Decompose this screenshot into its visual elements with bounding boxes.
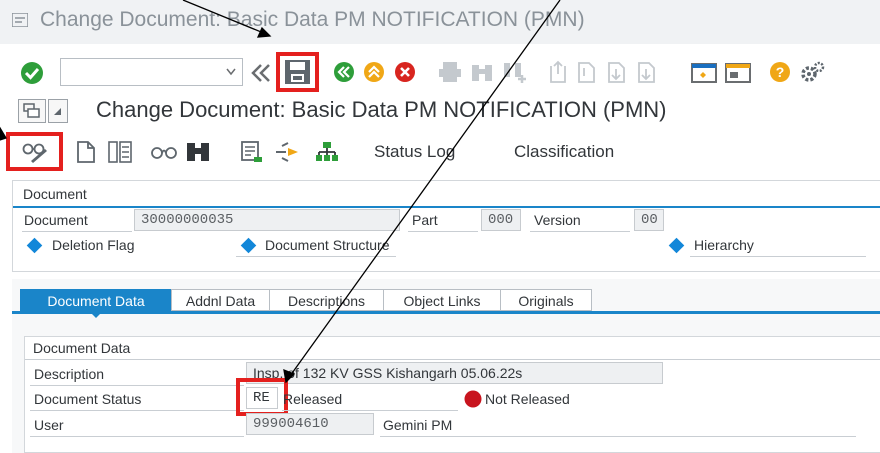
document-hierarchy-icon[interactable] <box>108 141 132 163</box>
standard-toolbar: ? <box>0 48 880 94</box>
description-label: Description <box>34 366 105 382</box>
display-glasses-icon[interactable] <box>151 144 177 160</box>
corner-arrow-icon <box>54 108 61 115</box>
version-label: Version <box>534 212 581 228</box>
layout-window-icon[interactable] <box>724 60 752 84</box>
save-icon[interactable] <box>284 59 311 85</box>
label-underline <box>30 385 244 386</box>
label-underline <box>408 231 478 232</box>
find-icon <box>472 65 492 81</box>
user-id-field[interactable]: 999004610 <box>246 413 374 435</box>
part-label: Part <box>412 212 438 228</box>
status-log-button[interactable]: Status Log <box>374 142 455 162</box>
menu-icon[interactable] <box>12 13 28 27</box>
binoculars-icon[interactable] <box>186 141 210 163</box>
menu-icon <box>23 103 40 118</box>
label-underline <box>30 436 244 437</box>
menu-dropdown-button[interactable] <box>48 99 68 123</box>
cancel-icon[interactable] <box>394 61 416 83</box>
tab-strip-underline <box>12 311 880 314</box>
chevron-down-icon[interactable] <box>226 68 236 76</box>
status-red-dot-icon <box>464 390 482 408</box>
document-status-text: Released <box>283 391 343 407</box>
tab-addnl-data[interactable]: Addnl Data <box>171 289 270 311</box>
description-field[interactable]: Insp. of 132 KV GSS Kishangarh 05.06.22s <box>246 362 663 384</box>
label-underline <box>30 410 244 411</box>
deletion-flag-label[interactable]: Deletion Flag <box>52 237 135 253</box>
document-group-title: Document <box>23 186 87 202</box>
user-name: Gemini PM <box>383 417 453 433</box>
page-title: Change Document: Basic Data PM NOTIFICAT… <box>96 97 667 122</box>
window-title: Change Document: Basic Data PM NOTIFICAT… <box>40 8 585 31</box>
tab-originals[interactable]: Originals <box>500 289 592 311</box>
part-field[interactable]: 000 <box>481 209 521 231</box>
svg-text:?: ? <box>776 64 785 80</box>
label-underline <box>530 231 630 232</box>
group-divider <box>13 206 880 208</box>
screen-header: Change Document: Basic Data PM NOTIFICAT… <box>0 96 880 130</box>
distribute-icon[interactable] <box>274 141 300 163</box>
label-underline <box>282 410 458 411</box>
new-document-icon[interactable] <box>76 141 96 163</box>
label-underline <box>22 231 132 232</box>
group-divider <box>25 359 880 360</box>
window-title-bar: Change Document: Basic Data PM NOTIFICAT… <box>0 0 880 44</box>
exit-icon[interactable] <box>363 61 385 83</box>
print-icon <box>439 62 461 82</box>
collapse-left-icon[interactable] <box>250 63 272 83</box>
settings-gear-icon[interactable] <box>800 60 826 84</box>
label-underline <box>236 256 396 257</box>
document-structure-label[interactable]: Document Structure <box>265 237 390 253</box>
help-icon[interactable]: ? <box>769 61 791 83</box>
tab-object-links[interactable]: Object Links <box>383 289 501 311</box>
new-session-icon[interactable] <box>690 60 718 84</box>
tab-descriptions[interactable]: Descriptions <box>269 289 384 311</box>
not-released-label: Not Released <box>485 391 570 407</box>
page-navigation-icons <box>550 60 655 83</box>
label-underline <box>690 256 866 257</box>
back-icon[interactable] <box>333 61 355 83</box>
active-tab-pointer-icon <box>89 311 103 318</box>
document-form-icon[interactable] <box>240 141 264 163</box>
tab-document-data[interactable]: Document Data <box>20 289 172 311</box>
version-field[interactable]: 00 <box>634 209 664 231</box>
document-label: Document <box>24 212 88 228</box>
document-data-title: Document Data <box>33 340 131 356</box>
application-toolbar: Status Log Classification <box>0 132 880 174</box>
display-change-glasses-icon[interactable] <box>21 141 49 163</box>
command-field[interactable] <box>60 58 243 86</box>
classification-button[interactable]: Classification <box>514 142 614 162</box>
label-underline <box>380 436 856 437</box>
document-number-field[interactable]: 30000000035 <box>134 209 400 231</box>
menu-button[interactable] <box>18 99 46 123</box>
enter-checkmark-icon[interactable] <box>20 61 44 85</box>
user-label: User <box>34 417 64 433</box>
status-highlight <box>236 378 288 416</box>
document-status-label: Document Status <box>34 391 142 407</box>
structure-tree-icon[interactable] <box>315 141 339 163</box>
find-next-icon <box>504 63 526 83</box>
hierarchy-label[interactable]: Hierarchy <box>694 237 754 253</box>
